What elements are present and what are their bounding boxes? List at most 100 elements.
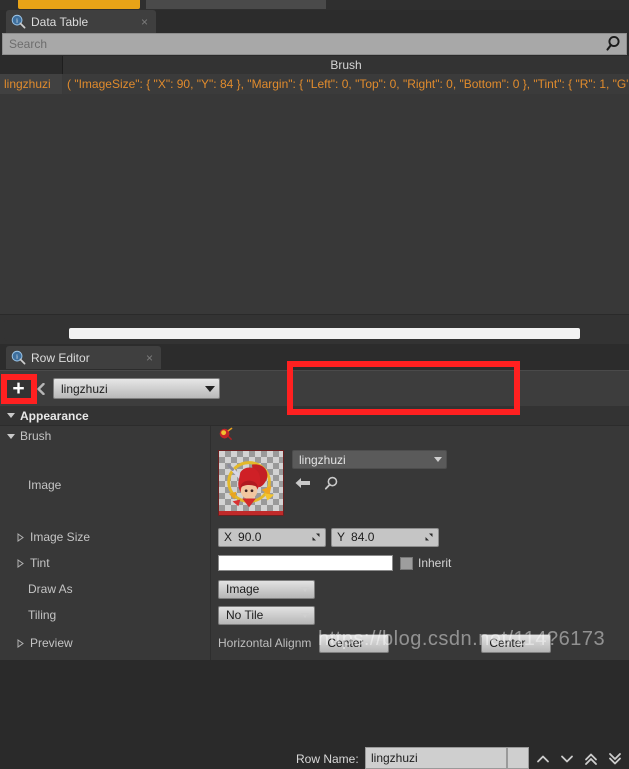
- svg-text:i: i: [16, 18, 18, 25]
- cell-row-name[interactable]: lingzhuzi: [0, 74, 62, 94]
- image-size-label: Image Size: [30, 530, 91, 544]
- property-grid: Brush Image lingzhuzi Image Size X 90.0 …: [0, 426, 629, 660]
- image-size-x-value: 90.0: [238, 530, 262, 544]
- table-empty-area: [0, 94, 629, 314]
- row-selector-value: lingzhuzi: [61, 381, 108, 396]
- expander-triangle-icon: [17, 532, 24, 542]
- category-appearance-label: Appearance: [20, 408, 89, 423]
- property-row-image: Image lingzhuzi: [0, 446, 629, 524]
- chevron-down-icon: [434, 457, 442, 462]
- axis-x-label: X: [224, 530, 233, 544]
- close-icon[interactable]: ×: [139, 16, 150, 28]
- data-table-editor-window: i Data Table × Brush lingzhuzi ( "ImageS…: [0, 0, 629, 769]
- row-selector-dropdown[interactable]: lingzhuzi: [53, 378, 220, 399]
- move-bottom-button[interactable]: [605, 750, 624, 769]
- search-bar[interactable]: [2, 33, 627, 55]
- tab-data-table[interactable]: i Data Table ×: [6, 10, 156, 33]
- tab-data-table-label: Data Table: [31, 14, 89, 29]
- magnifier-icon[interactable]: [323, 475, 340, 494]
- category-appearance[interactable]: Appearance: [0, 406, 629, 426]
- table-row[interactable]: lingzhuzi ( "ImageSize": { "X": 90, "Y":…: [0, 74, 629, 94]
- image-value-group: lingzhuzi: [212, 446, 629, 528]
- cell-brush-value[interactable]: ( "ImageSize": { "X": 90, "Y": 84 }, "Ma…: [63, 74, 629, 94]
- row-editor-tab-bar: i Row Editor ×: [0, 344, 629, 370]
- property-row-tiling: Tiling No Tile: [0, 602, 629, 628]
- axis-y-label: Y: [337, 530, 346, 544]
- tint-inherit-label: Inherit: [418, 556, 452, 570]
- horizontal-alignment-dropdown[interactable]: Center: [319, 633, 390, 653]
- tint-value-group: Inherit: [212, 550, 629, 576]
- expander-triangle-icon: [7, 413, 15, 418]
- image-size-label-group[interactable]: Image Size: [0, 524, 210, 550]
- brush-group-header[interactable]: Brush: [0, 426, 210, 446]
- table-header-row: Brush: [0, 56, 629, 74]
- draw-as-dropdown[interactable]: Image: [218, 579, 315, 599]
- close-icon[interactable]: ×: [144, 352, 155, 364]
- column-header-brush[interactable]: Brush: [63, 56, 629, 74]
- brush-asset-thumbnail-icon: [218, 427, 233, 445]
- data-table-grid: Brush lingzhuzi ( "ImageSize": { "X": 90…: [0, 56, 629, 314]
- inactive-asset-tab-indicator[interactable]: [146, 0, 326, 9]
- image-size-y-input[interactable]: Y 84.0: [331, 527, 439, 547]
- info-magnifier-icon: i: [11, 14, 26, 29]
- character-artwork: [227, 461, 275, 508]
- preview-label-group[interactable]: Preview: [0, 628, 210, 658]
- move-up-button[interactable]: [533, 750, 552, 769]
- tint-label: Tint: [30, 556, 50, 570]
- table-scroll-area: [0, 314, 629, 345]
- row-move-button-group: [533, 749, 625, 769]
- preview-label: Preview: [30, 636, 73, 650]
- property-row-tint: Tint Inherit: [0, 550, 629, 576]
- tint-label-group[interactable]: Tint: [0, 550, 210, 576]
- tab-row-editor[interactable]: i Row Editor ×: [6, 346, 161, 369]
- drag-handle-icon[interactable]: [423, 531, 435, 543]
- expander-triangle-icon: [17, 558, 24, 568]
- chevron-left-icon[interactable]: [36, 382, 46, 396]
- draw-as-value-group: Image: [212, 576, 629, 602]
- details-properties-panel: Appearance Brush Image lingzhuzi Image S…: [0, 406, 629, 660]
- add-row-button[interactable]: +: [6, 376, 31, 401]
- property-row-image-size: Image Size X 90.0 Y 84.0: [0, 524, 629, 550]
- tab-row-editor-label: Row Editor: [31, 350, 90, 365]
- tiling-dropdown[interactable]: No Tile: [218, 605, 315, 625]
- property-row-preview: Preview Horizontal Alignm Center Center: [0, 628, 629, 658]
- row-name-input-extension[interactable]: [507, 747, 529, 769]
- image-asset-picker-dropdown[interactable]: lingzhuzi: [292, 450, 447, 469]
- draw-as-label: Draw As: [28, 582, 73, 596]
- horizontal-scrollbar-track[interactable]: [4, 319, 625, 341]
- search-input[interactable]: [3, 33, 603, 55]
- thumbnail-selection-bar: [219, 511, 283, 515]
- preview-value-group: Horizontal Alignm Center Center: [212, 628, 629, 658]
- tiling-value: No Tile: [226, 608, 264, 622]
- active-asset-tab-indicator[interactable]: [18, 0, 140, 9]
- image-label: Image: [28, 478, 62, 492]
- drag-handle-icon[interactable]: [310, 531, 322, 543]
- expander-triangle-icon: [17, 638, 24, 648]
- search-icon[interactable]: [603, 34, 623, 54]
- image-size-value-group: X 90.0 Y 84.0: [212, 524, 629, 550]
- chevron-down-icon: [205, 385, 215, 392]
- expander-triangle-icon: [7, 433, 15, 439]
- svg-text:i: i: [16, 354, 18, 361]
- brush-asset-icon-slot: [212, 426, 629, 446]
- chevron-down-icon: [537, 640, 546, 646]
- tint-inherit-checkbox[interactable]: [400, 556, 413, 570]
- arrow-left-icon[interactable]: [294, 476, 312, 493]
- property-row-draw-as: Draw As Image: [0, 576, 629, 602]
- row-name-value: lingzhuzi: [371, 751, 418, 765]
- horizontal-scrollbar-thumb[interactable]: [69, 328, 580, 339]
- column-header-rowname[interactable]: [0, 56, 63, 74]
- vertical-alignment-value: Center: [489, 636, 526, 650]
- chevron-down-icon: [301, 586, 309, 592]
- horizontal-alignment-label: Horizontal Alignm: [218, 636, 312, 650]
- move-down-button[interactable]: [557, 750, 576, 769]
- move-top-button[interactable]: [581, 750, 600, 769]
- tint-color-swatch[interactable]: [218, 555, 393, 571]
- row-name-input[interactable]: lingzhuzi: [365, 747, 507, 769]
- vertical-alignment-dropdown[interactable]: Center: [481, 633, 552, 653]
- horizontal-alignment-value: Center: [327, 636, 364, 650]
- image-asset-thumbnail[interactable]: [218, 450, 284, 516]
- chevron-down-icon: [375, 640, 384, 646]
- image-size-x-input[interactable]: X 90.0: [218, 527, 326, 547]
- brush-group-label: Brush: [20, 429, 52, 443]
